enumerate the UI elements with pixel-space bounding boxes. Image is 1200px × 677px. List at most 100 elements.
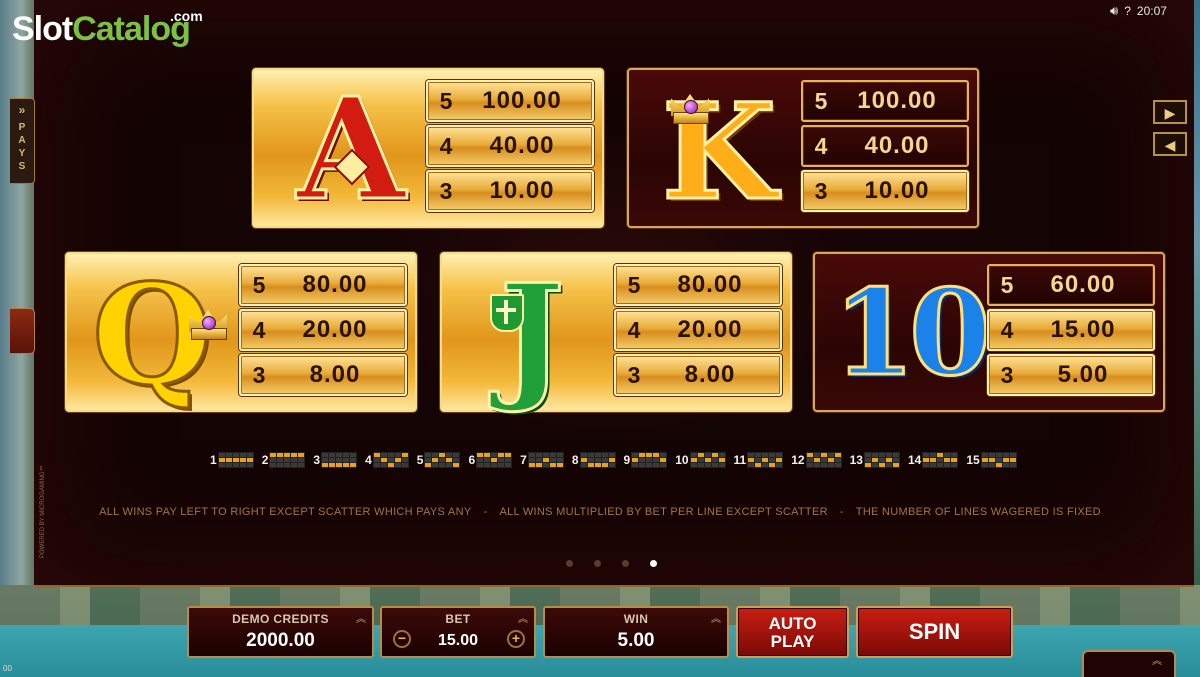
autoplay-label-2: PLAY xyxy=(770,632,815,651)
match-count: 5 xyxy=(1000,271,1014,298)
rule-text: THE NUMBER OF LINES WAGERED IS FIXED xyxy=(855,506,1101,518)
payout-row: 5 100.00 xyxy=(426,80,594,122)
payout-list-10: 5 60.00 4 15.00 3 5.00 xyxy=(987,264,1155,396)
autoplay-label-1: AUTO xyxy=(768,614,817,633)
payline-item: 4 xyxy=(365,451,409,469)
pays-tab-label: PAYS xyxy=(18,122,26,172)
payline-pattern xyxy=(527,452,564,468)
page-dot[interactable] xyxy=(566,560,573,567)
payout-row: 5 60.00 xyxy=(987,264,1155,306)
rule-text: ALL WINS MULTIPLIED BY BET PER LINE EXCE… xyxy=(499,506,828,518)
payline-item: 2 xyxy=(262,451,306,469)
crown-icon xyxy=(187,310,229,340)
double-chevron-up-icon: ︽ xyxy=(1152,656,1162,667)
demo-credits-box: ︽ DEMO CREDITS 2000.00 xyxy=(187,606,374,658)
payline-diagrams: 1 2 3 4 5 6 7 8 9 10 11 12 13 14 15 xyxy=(210,451,1017,469)
double-chevron-right-icon: » xyxy=(18,103,26,117)
payout-row: 4 20.00 xyxy=(614,309,782,351)
match-count: 4 xyxy=(627,316,641,343)
payline-pattern xyxy=(372,452,409,468)
payline-item: 8 xyxy=(572,451,616,469)
payout-value: 20.00 xyxy=(302,316,368,343)
payout-row: 3 8.00 xyxy=(239,354,407,396)
match-count: 3 xyxy=(1000,361,1014,388)
page-dot[interactable] xyxy=(594,560,601,567)
match-count: 5 xyxy=(627,271,641,298)
payline-pattern xyxy=(805,452,842,468)
prev-page-button[interactable]: ◀ xyxy=(1153,132,1187,156)
match-count: 4 xyxy=(252,316,266,343)
payline-pattern xyxy=(980,452,1017,468)
payout-row: 3 10.00 xyxy=(801,170,969,212)
logo-slot-text: Slot xyxy=(12,10,73,48)
play-left-icon: ◀ xyxy=(1164,137,1176,153)
symbol-k: K xyxy=(660,75,778,230)
payline-item: 9 xyxy=(624,451,668,469)
payline-pattern xyxy=(579,452,616,468)
page-dot[interactable] xyxy=(650,560,657,567)
payout-value: 100.00 xyxy=(482,87,562,114)
payout-value: 100.00 xyxy=(857,87,937,114)
payline-pattern xyxy=(476,452,513,468)
payline-number: 10 xyxy=(675,453,689,467)
status-bar: 🔊︎ ? 20:07 xyxy=(1110,3,1167,19)
payout-row: 4 40.00 xyxy=(426,125,594,167)
page-dot[interactable] xyxy=(622,560,629,567)
paytable-card-10: 10 5 60.00 4 15.00 3 5.00 xyxy=(813,252,1165,412)
payline-item: 5 xyxy=(417,451,461,469)
match-count: 4 xyxy=(1000,316,1014,343)
win-label: WIN xyxy=(623,612,649,626)
payout-value: 80.00 xyxy=(302,271,368,298)
bet-box: ︽ BET 15.00 − + xyxy=(380,606,536,658)
rule-separator: - xyxy=(483,506,488,518)
credits-label: DEMO CREDITS xyxy=(232,612,329,626)
payout-row: 4 20.00 xyxy=(239,309,407,351)
double-chevron-up-icon[interactable]: ︽ xyxy=(711,610,721,625)
side-menu-handle[interactable] xyxy=(10,308,35,354)
credits-value: 2000.00 xyxy=(246,630,315,651)
bet-increase-button[interactable]: + xyxy=(507,630,525,648)
double-chevron-up-icon[interactable]: ︽ xyxy=(518,610,528,625)
settings-corner-tab[interactable]: ︽ xyxy=(1082,650,1176,677)
payline-item: 11 xyxy=(734,451,784,469)
payout-list-q: 5 80.00 4 20.00 3 8.00 xyxy=(239,264,407,396)
payout-list-a: 5 100.00 4 40.00 3 10.00 xyxy=(426,80,594,212)
play-right-icon: ▶ xyxy=(1164,105,1176,121)
payline-pattern xyxy=(922,452,959,468)
next-page-button[interactable]: ▶ xyxy=(1153,100,1187,124)
payline-item: 12 xyxy=(791,451,842,469)
payout-value: 5.00 xyxy=(1057,361,1109,388)
speaker-icon[interactable]: 🔊︎ xyxy=(1110,3,1118,19)
payout-list-j: 5 80.00 4 20.00 3 8.00 xyxy=(614,264,782,396)
win-value: 5.00 xyxy=(617,630,655,651)
payline-pattern xyxy=(321,452,358,468)
payout-value: 60.00 xyxy=(1050,271,1116,298)
payout-row: 4 40.00 xyxy=(801,125,969,167)
payline-number: 2 xyxy=(261,453,269,467)
spin-button[interactable]: SPIN xyxy=(856,606,1013,658)
crown-icon xyxy=(669,94,711,124)
match-count: 3 xyxy=(814,177,828,204)
payline-number: 4 xyxy=(365,453,372,467)
bet-decrease-button[interactable]: − xyxy=(393,630,411,648)
double-chevron-up-icon[interactable]: ︽ xyxy=(356,610,366,625)
payline-item: 1 xyxy=(210,451,254,469)
win-box: ︽ WIN 5.00 xyxy=(543,606,729,658)
payline-number: 3 xyxy=(313,453,321,467)
help-button[interactable]: ? xyxy=(1124,4,1131,18)
paytable-card-j: J 5 80.00 4 20.00 3 8.00 xyxy=(440,252,792,412)
match-count: 4 xyxy=(439,132,453,159)
match-count: 3 xyxy=(627,361,641,388)
payout-value: 20.00 xyxy=(677,316,743,343)
payline-item: 10 xyxy=(675,451,726,469)
logo-com-text: .com xyxy=(170,8,203,24)
symbol-j: J xyxy=(498,253,566,416)
match-count: 5 xyxy=(814,87,828,114)
pays-side-tab[interactable]: » PAYS xyxy=(10,98,35,184)
clock-time: 20:07 xyxy=(1136,4,1167,18)
autoplay-button[interactable]: AUTO PLAY xyxy=(736,606,849,658)
payout-value: 10.00 xyxy=(489,177,555,204)
payline-item: 3 xyxy=(313,451,358,469)
payline-number: 13 xyxy=(849,453,863,467)
payout-value: 10.00 xyxy=(864,177,930,204)
